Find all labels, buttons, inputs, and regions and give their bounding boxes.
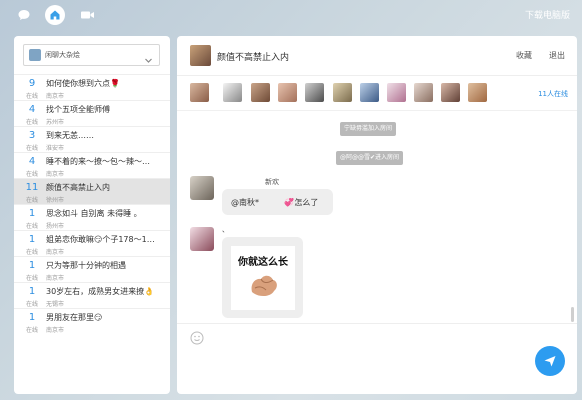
room-item[interactable]: 1 在线 只为等那十分钟的相遇 南京市	[14, 256, 170, 282]
top-bar: 下载电脑版	[0, 0, 582, 30]
room-name: 姐弟恋你敢嘛😏个子178～1…	[46, 235, 155, 244]
room-online-label: 在线	[25, 275, 38, 282]
room-name: 男朋友在那里😏	[46, 313, 103, 322]
room-name: 睡不着的来～撩～包～辣～…	[46, 157, 150, 166]
member-avatar[interactable]	[414, 83, 433, 102]
download-desktop-link[interactable]: 下载电脑版	[525, 8, 570, 21]
chevron-down-icon	[144, 50, 153, 69]
room-online-count: 1	[28, 208, 36, 219]
member-avatar[interactable]	[360, 83, 379, 102]
room-city: 南京市	[46, 171, 65, 178]
category-avatar	[29, 49, 41, 61]
room-city: 徐州市	[46, 197, 65, 204]
chat-icon[interactable]	[14, 5, 34, 25]
room-item[interactable]: 4 在线 睡不着的来～撩～包～辣～… 南京市	[14, 152, 170, 178]
room-online-label: 在线	[25, 145, 38, 152]
room-online-count: 1	[28, 260, 36, 271]
room-name: 颜值不高禁止入内	[46, 183, 110, 192]
member-avatar[interactable]	[278, 83, 297, 102]
sticker-bubble: 你就这么长	[222, 237, 303, 318]
send-button[interactable]	[535, 346, 565, 376]
room-name: 到来无恙……	[46, 131, 94, 140]
message-area: 宁缺毋滥加入房间 @阿@@雪✔进入房间 新欢 @南秋* 💞怎么了 、 你就这么长	[177, 111, 577, 323]
emoji-icon[interactable]	[190, 330, 204, 349]
member-avatar-strip: 11人在线	[177, 76, 577, 111]
room-online-label: 在线	[25, 119, 38, 126]
room-online-count: 9	[28, 78, 36, 89]
favorite-button[interactable]: 收藏	[516, 50, 532, 61]
scrollbar[interactable]	[571, 307, 574, 322]
member-avatar[interactable]	[223, 83, 242, 102]
video-icon[interactable]	[77, 5, 97, 25]
room-online-label: 在线	[25, 327, 38, 334]
room-name: 找个五项全能师傅	[46, 105, 110, 114]
pinch-hand-icon	[251, 275, 277, 297]
room-city: 南京市	[46, 93, 65, 100]
composer[interactable]	[177, 323, 577, 394]
room-city: 扬州市	[46, 223, 65, 230]
sticker-image: 你就这么长	[231, 246, 295, 310]
room-item[interactable]: 1 在线 30岁左右，成熟男女进来撩👌 无锡市	[14, 282, 170, 308]
message-sender: 、	[222, 226, 229, 234]
room-online-label: 在线	[25, 249, 38, 256]
room-city: 淮安市	[46, 145, 65, 152]
send-icon	[544, 356, 556, 367]
message-avatar[interactable]	[190, 227, 214, 251]
member-avatar[interactable]	[190, 83, 209, 102]
member-avatar[interactable]	[305, 83, 324, 102]
room-city: 南京市	[46, 327, 65, 334]
room-item[interactable]: 3 在线 到来无恙…… 淮安市	[14, 126, 170, 152]
room-city: 南京市	[46, 275, 65, 282]
room-avatar	[190, 45, 211, 66]
member-avatar[interactable]	[251, 83, 270, 102]
chat-panel: 颜值不高禁止入内 收藏 退出 11人在线 宁缺毋滥加入房间 @阿@@雪✔进入房间…	[177, 36, 577, 394]
room-item[interactable]: 1 在线 男朋友在那里😏 南京市	[14, 308, 170, 334]
member-avatar[interactable]	[333, 83, 352, 102]
room-city: 苏州市	[46, 119, 65, 126]
member-avatar[interactable]	[441, 83, 460, 102]
room-sidebar: 闲聊大杂烩 9 在线 如何使你想到六点🌹 南京市 4 在线 找个五项全能师傅 苏…	[14, 36, 170, 394]
message-avatar[interactable]	[190, 176, 214, 200]
room-name: 30岁左右，成熟男女进来撩👌	[46, 287, 155, 296]
room-online-label: 在线	[25, 223, 38, 230]
room-online-label: 在线	[25, 301, 38, 308]
system-message: 宁缺毋滥加入房间	[340, 122, 397, 136]
room-online-label: 在线	[25, 197, 38, 204]
room-list: 9 在线 如何使你想到六点🌹 南京市 4 在线 找个五项全能师傅 苏州市 3 在…	[14, 74, 170, 334]
room-online-count: 3	[28, 130, 36, 141]
home-icon[interactable]	[45, 5, 65, 25]
member-avatar[interactable]	[387, 83, 406, 102]
message-text: @南秋* 💞怎么了	[231, 198, 319, 207]
room-item[interactable]: 1 在线 姐弟恋你敢嘛😏个子178～1… 南京市	[14, 230, 170, 256]
room-name: 只为等那十分钟的相遇	[46, 261, 126, 270]
category-select[interactable]: 闲聊大杂烩	[23, 44, 160, 66]
chat-title: 颜值不高禁止入内	[217, 53, 290, 63]
room-online-count: 11	[25, 182, 39, 193]
room-item-active[interactable]: 11 在线 颜值不高禁止入内 徐州市	[14, 178, 170, 204]
system-message: @阿@@雪✔进入房间	[336, 151, 404, 165]
member-avatar[interactable]	[468, 83, 487, 102]
online-count-link[interactable]: 11人在线	[538, 89, 568, 99]
room-online-label: 在线	[25, 171, 38, 178]
room-online-count: 4	[28, 156, 36, 167]
room-online-count: 1	[28, 286, 36, 297]
exit-button[interactable]: 退出	[549, 50, 565, 61]
message-bubble: @南秋* 💞怎么了	[222, 189, 333, 215]
room-city: 南京市	[46, 249, 65, 256]
sticker-caption: 你就这么长	[238, 257, 288, 268]
message-sender: 新欢	[265, 178, 279, 186]
room-item[interactable]: 1 在线 思念如斗 自别离 未得睡 。 扬州市	[14, 204, 170, 230]
chat-header: 颜值不高禁止入内 收藏 退出	[177, 36, 577, 76]
room-online-count: 1	[28, 234, 36, 245]
category-label: 闲聊大杂烩	[45, 51, 80, 59]
room-online-label: 在线	[25, 93, 38, 100]
room-name: 思念如斗 自别离 未得睡 。	[46, 209, 142, 218]
room-online-count: 1	[28, 312, 36, 323]
room-item[interactable]: 4 在线 找个五项全能师傅 苏州市	[14, 100, 170, 126]
room-city: 无锡市	[46, 301, 65, 308]
room-name: 如何使你想到六点🌹	[46, 79, 120, 88]
room-online-count: 4	[28, 104, 36, 115]
room-item[interactable]: 9 在线 如何使你想到六点🌹 南京市	[14, 74, 170, 100]
